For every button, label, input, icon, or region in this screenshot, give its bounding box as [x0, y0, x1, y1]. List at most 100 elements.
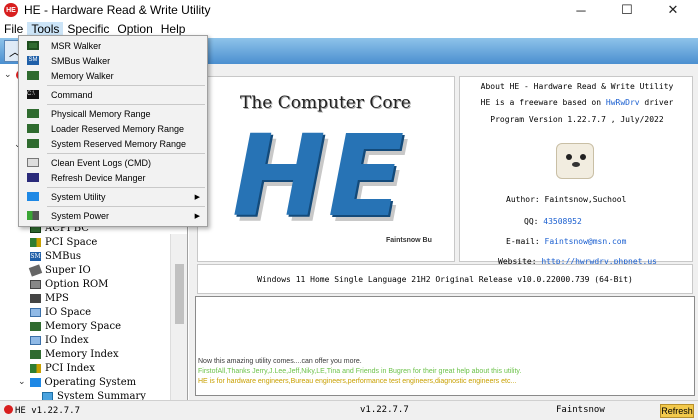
menu-item-refresh-device-manager[interactable]: Refresh Device Manger	[20, 170, 206, 185]
tree-label: Operating System	[44, 376, 137, 388]
tree-item-super-io[interactable]: Super IO	[28, 263, 91, 277]
mascot-nose	[572, 162, 580, 167]
chevron-down-icon: ⌄	[18, 377, 26, 387]
freeware-text: HE is a freeware based on	[480, 98, 606, 107]
menu-item-memory-walker[interactable]: Memory Walker	[20, 68, 206, 83]
tools-dropdown-menu: MSR Walker SM SMBus Walker Memory Walker…	[18, 35, 208, 227]
menu-item-label: SMBus Walker	[51, 55, 111, 66]
about-panel: About HE - Hardware Read & Write Utility…	[459, 76, 693, 266]
tree-item-smbus[interactable]: SM SMBus	[30, 249, 81, 263]
menu-item-clean-event-logs[interactable]: Clean Event Logs (CMD)	[20, 155, 206, 170]
clear-log-icon	[27, 158, 39, 167]
menu-tools[interactable]: Tools	[27, 22, 64, 36]
tree-label: Super IO	[45, 264, 91, 276]
chevron-down-icon: ⌄	[4, 70, 12, 80]
memory-icon	[30, 349, 41, 359]
log-area[interactable]: Now this amazing utility comes....can of…	[195, 296, 695, 396]
tree-label: Option ROM	[45, 278, 109, 290]
pci-card-icon	[30, 363, 41, 373]
status-right: Faintsnow	[556, 405, 605, 415]
rom-icon	[30, 279, 41, 289]
tree-label: Memory Space	[45, 320, 122, 332]
status-left: HE v1.22.7.7	[4, 405, 80, 416]
menu-item-smbus-walker[interactable]: SM SMBus Walker	[20, 53, 206, 68]
menu-item-label: Command	[51, 89, 93, 100]
menu-help[interactable]: Help	[157, 22, 190, 36]
about-author: Author: Faintsnow,Suchool	[506, 195, 626, 204]
menu-option[interactable]: Option	[113, 22, 156, 36]
windows-icon	[29, 377, 41, 387]
io-icon	[30, 335, 41, 345]
app-icon: HE	[4, 3, 18, 17]
tree-item-mps[interactable]: MPS	[30, 291, 69, 305]
device-manager-icon	[27, 173, 39, 182]
menu-item-system-power[interactable]: System Power ▶	[20, 208, 206, 223]
menu-item-physical-memory-range[interactable]: Physicall Memory Range	[20, 106, 206, 121]
tree-item-io-index[interactable]: IO Index	[30, 333, 89, 347]
windows-icon	[27, 192, 39, 201]
about-version: Program Version 1.22.7.7 , July/2022	[490, 115, 664, 124]
menu-item-label: Clean Event Logs (CMD)	[51, 157, 152, 168]
tree-item-operating-system[interactable]: ⌄ Operating System	[18, 375, 136, 389]
memory-icon	[27, 109, 39, 118]
minimize-button[interactable]: ─	[558, 0, 604, 20]
memory-icon	[30, 321, 41, 331]
tree-item-pci-index[interactable]: PCI Index	[30, 361, 95, 375]
about-qq: QQ: 43508952	[524, 217, 582, 226]
tree-item-memory-index[interactable]: Memory Index	[30, 347, 119, 361]
menu-item-system-reserved[interactable]: System Reserved Memory Range	[20, 136, 206, 151]
msr-icon	[27, 41, 39, 50]
mascot-eye	[566, 154, 572, 160]
log-line: HE is for hardware engineers,Bureau engi…	[198, 378, 517, 385]
menu-item-label: Physicall Memory Range	[51, 108, 151, 119]
tree-item-memory-space[interactable]: Memory Space	[30, 319, 121, 333]
menu-item-label: Loader Reserved Memory Range	[51, 123, 185, 134]
menu-item-label: System Reserved Memory Range	[51, 138, 187, 149]
mascot-icon	[556, 143, 594, 179]
tree-item-option-rom[interactable]: Option ROM	[30, 277, 108, 291]
tree-item-pci-space[interactable]: PCI Space	[30, 235, 97, 249]
memory-icon	[27, 139, 39, 148]
tree-label: IO Space	[45, 306, 92, 318]
refresh-button[interactable]: Refresh	[660, 404, 694, 418]
tree-item-system-summary[interactable]: System Summary	[42, 389, 146, 400]
freeware-suffix: driver	[639, 98, 674, 107]
submenu-arrow-icon: ▶	[194, 212, 200, 220]
power-icon	[27, 211, 39, 220]
email-label: E-mail:	[506, 237, 540, 246]
monitor-icon	[42, 391, 53, 400]
tree-label: IO Index	[45, 334, 89, 346]
about-heading: About HE - Hardware Read & Write Utility	[480, 82, 674, 91]
menu-item-loader-reserved[interactable]: Loader Reserved Memory Range	[20, 121, 206, 136]
tree-scrollbar[interactable]	[170, 234, 187, 400]
logo-he: HE	[232, 112, 407, 242]
scrollbar-thumb[interactable]	[175, 264, 184, 324]
tree-item-io-space[interactable]: IO Space	[30, 305, 91, 319]
mps-icon	[30, 293, 41, 303]
smbus-icon: SM	[30, 251, 41, 261]
menu-item-label: Memory Walker	[51, 70, 114, 81]
status-left-text: HE v1.22.7.7	[15, 406, 81, 416]
chip-icon	[28, 263, 43, 277]
close-button[interactable]: ✕	[650, 0, 696, 20]
menu-specific[interactable]: Specific	[63, 22, 113, 36]
qq-label: QQ:	[524, 217, 539, 226]
menu-item-label: System Utility	[51, 191, 106, 202]
menu-item-label: Refresh Device Manger	[51, 172, 146, 183]
hwrwdrv-link[interactable]: HwRwDrv	[606, 98, 640, 107]
tree-label: PCI Index	[45, 362, 95, 374]
menu-item-msr-walker[interactable]: MSR Walker	[20, 38, 206, 53]
pci-card-icon	[30, 237, 41, 247]
menu-separator	[47, 153, 205, 154]
qq-value[interactable]: 43508952	[543, 217, 582, 226]
author-value: Faintsnow,Suchool	[544, 195, 627, 204]
maximize-button[interactable]: ☐	[604, 0, 650, 20]
menu-item-command[interactable]: C:\ Command	[20, 87, 206, 102]
menu-item-system-utility[interactable]: System Utility ▶	[20, 189, 206, 204]
tree-label: MPS	[45, 292, 69, 304]
mascot-eye	[580, 154, 586, 160]
email-link[interactable]: Faintsnow@msn.com	[545, 237, 627, 246]
menu-file[interactable]: File	[0, 22, 27, 36]
status-center: v1.22.7.7	[360, 405, 409, 415]
terminal-icon: C:\	[27, 90, 39, 99]
